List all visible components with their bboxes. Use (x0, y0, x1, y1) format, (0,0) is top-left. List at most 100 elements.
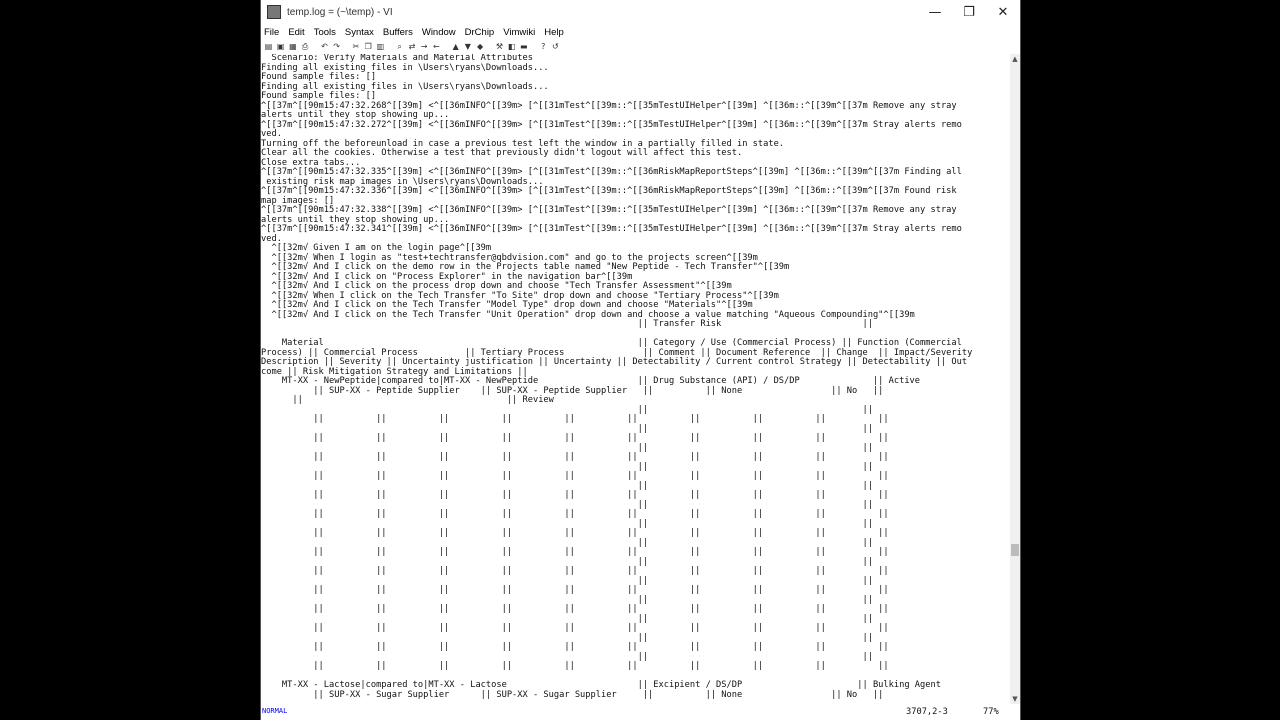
buffer-line: || || (261, 423, 873, 434)
buffer-line: alerts until they stop showing up... (261, 214, 450, 225)
menu-bar: File Edit Tools Syntax Buffers Window Dr… (261, 25, 1020, 39)
menu-edit[interactable]: Edit (288, 27, 304, 38)
buffer-line: || || || || || || || || || || (261, 528, 889, 538)
buffer-line: MT-XX - Lactose|compared to|MT-XX - Lact… (261, 680, 941, 690)
buffer-line: || || (261, 499, 873, 510)
buffer-line: || || || || || || || || || || (261, 433, 889, 443)
buffer-line: ^[[32m√ When I click on the Tech Transfe… (261, 290, 779, 301)
menu-syntax[interactable]: Syntax (345, 27, 374, 38)
help-icon[interactable]: ? (539, 42, 548, 51)
buffer-line: ^[[32m√ And I click on the Tech Transfer… (261, 300, 753, 310)
buffer-line: ^[[37m^[[90m15:47:32.336^[[39m] <^[[36mI… (261, 186, 957, 196)
run-script-icon[interactable]: ◆ (476, 42, 485, 51)
menu-file[interactable]: File (264, 27, 279, 38)
menu-window[interactable]: Window (422, 27, 456, 38)
buffer-line: || || (261, 442, 873, 453)
buffer-line: Finding all existing files in \Users\rya… (261, 62, 549, 73)
buffer-line: ^[[37m^[[90m15:47:32.338^[[39m] <^[[36mI… (261, 205, 957, 215)
save-session-icon[interactable]: ▼ (463, 42, 472, 51)
buffer-line: Turning off the beforeunload in case a p… (261, 138, 785, 149)
buffer-line: || || || || || || || || || || (261, 661, 889, 671)
buffer-line: existing risk map images in \Users\ryans… (261, 176, 544, 187)
minimize-button[interactable]: — (918, 0, 952, 24)
mode-indicator: NORMAL (262, 707, 288, 715)
buffer-line: || || (261, 651, 873, 662)
buffer-line: || || (261, 575, 873, 586)
buffer-line: Description || Severity || Uncertainty j… (261, 357, 968, 367)
load-session-icon[interactable]: ▲ (451, 42, 460, 51)
find-next-icon[interactable]: → (420, 42, 429, 51)
paste-icon[interactable]: ▥ (376, 42, 385, 51)
redo-icon[interactable]: ↷ (332, 42, 341, 51)
buffer-line: || || (261, 480, 873, 491)
close-button[interactable]: ✕ (986, 0, 1020, 24)
save-icon[interactable]: ▣ (276, 42, 285, 51)
title-bar[interactable]: temp.log = (~\temp) - VI — ❐ ✕ (261, 0, 1020, 24)
buffer-line: || || || || || || || || || || (261, 452, 889, 462)
buffer-line: Process) || Commercial Process || Tertia… (261, 347, 973, 358)
buffer-line: || || || || || || || || || || (261, 509, 889, 519)
buffer-line: || || || || || || || || || || (261, 566, 889, 576)
find-help-icon[interactable]: ↺ (551, 42, 560, 51)
buffer-line: || || || || || || || || || || (261, 642, 889, 652)
buffer-line: || || (261, 461, 873, 472)
vim-app-icon (267, 5, 281, 19)
vim-window: temp.log = (~\temp) - VI — ❐ ✕ File Edit… (260, 0, 1021, 720)
buffer-line: ^[[37m^[[90m15:47:32.341^[[39m] <^[[36mI… (261, 224, 962, 234)
buffer-line: || Transfer Risk || (261, 319, 873, 329)
scroll-up-icon[interactable]: ▲ (1010, 54, 1020, 64)
scroll-percent: 77% (983, 707, 999, 717)
menu-buffers[interactable]: Buffers (383, 27, 413, 38)
cut-icon[interactable]: ✂ (352, 42, 361, 51)
replace-icon[interactable]: ⇄ (407, 42, 416, 51)
menu-tools[interactable]: Tools (314, 27, 336, 38)
find-icon[interactable]: ⌕ (395, 42, 404, 51)
find-prev-icon[interactable]: ← (432, 42, 441, 51)
buffer-line: ^[[37m^[[90m15:47:32.335^[[39m] <^[[36mI… (261, 167, 962, 177)
window-title: temp.log = (~\temp) - VI (287, 6, 393, 18)
maximize-button[interactable]: ❐ (952, 0, 986, 24)
save-all-icon[interactable]: ▦ (288, 42, 297, 51)
buffer-line: Close extra tabs... (261, 157, 361, 168)
buffer-line: || || || || || || || || || || (261, 547, 889, 557)
buffer-line: ^[[37m^[[90m15:47:32.272^[[39m] <^[[36mI… (261, 119, 962, 130)
buffer-line: || || || || || || || || || || (261, 604, 889, 614)
menu-drchip[interactable]: DrChip (465, 27, 495, 38)
buffer-line: || || (261, 518, 873, 529)
make-icon[interactable]: ⚒ (495, 42, 504, 51)
jump-tag-icon[interactable]: ▬ (519, 42, 528, 51)
scroll-down-icon[interactable]: ▼ (1010, 694, 1020, 704)
buffer-text: Scenario: Verify Materials and Material … (261, 54, 1009, 700)
buffer-line: || || (261, 537, 873, 548)
buffer-line: ^[[32m√ Given I am on the login page^[[3… (261, 243, 492, 253)
buffer-line: || || || || || || || || || || (261, 490, 889, 500)
buffer-line: || SUP-XX - Sugar Supplier || SUP-XX - S… (261, 689, 884, 700)
buffer-line: || || Review (261, 395, 554, 405)
buffer-line: ved. (261, 129, 282, 139)
toolbar: ▤ ▣ ▦ ⎙ ↶ ↷ ✂ ❐ ▥ ⌕ ⇄ → ← ▲ ▼ ◆ ⚒ ◧ ▬ ? … (261, 40, 1020, 52)
buffer-line: Clear all the cookies. Otherwise a test … (261, 148, 743, 158)
editor-buffer[interactable]: Scenario: Verify Materials and Material … (261, 54, 1009, 704)
buffer-line: Finding all existing files in \Users\rya… (261, 81, 549, 92)
open-icon[interactable]: ▤ (264, 42, 273, 51)
print-icon[interactable]: ⎙ (301, 42, 310, 51)
menu-help[interactable]: Help (544, 27, 564, 38)
buffer-line: Found sample files: [] (261, 72, 377, 82)
buffer-line: Found sample files: [] (261, 91, 377, 101)
buffer-line: ^[[32m√ And I click on "Process Explorer… (261, 271, 633, 282)
run-ctags-icon[interactable]: ◧ (507, 42, 516, 51)
buffer-line: || || (261, 613, 873, 624)
buffer-line: || || || || || || || || || || (261, 585, 889, 595)
buffer-line: Material || Category / Use (Commercial P… (261, 338, 962, 348)
vertical-scrollbar[interactable]: ▲ ▼ (1010, 54, 1020, 704)
status-line: NORMAL 3707,2-3 77% (261, 704, 1020, 720)
menu-vimwiki[interactable]: Vimwiki (503, 27, 535, 38)
buffer-line: come || Risk Mitigation Strategy and Lim… (261, 366, 528, 377)
buffer-line: || || (261, 632, 873, 643)
buffer-line: || || (261, 594, 873, 605)
copy-icon[interactable]: ❐ (364, 42, 373, 51)
buffer-line: ^[[32m√ And I click on the demo row in t… (261, 262, 790, 272)
scrollbar-thumb[interactable] (1011, 544, 1019, 556)
undo-icon[interactable]: ↶ (320, 42, 329, 51)
buffer-line: map images: [] (261, 195, 335, 206)
